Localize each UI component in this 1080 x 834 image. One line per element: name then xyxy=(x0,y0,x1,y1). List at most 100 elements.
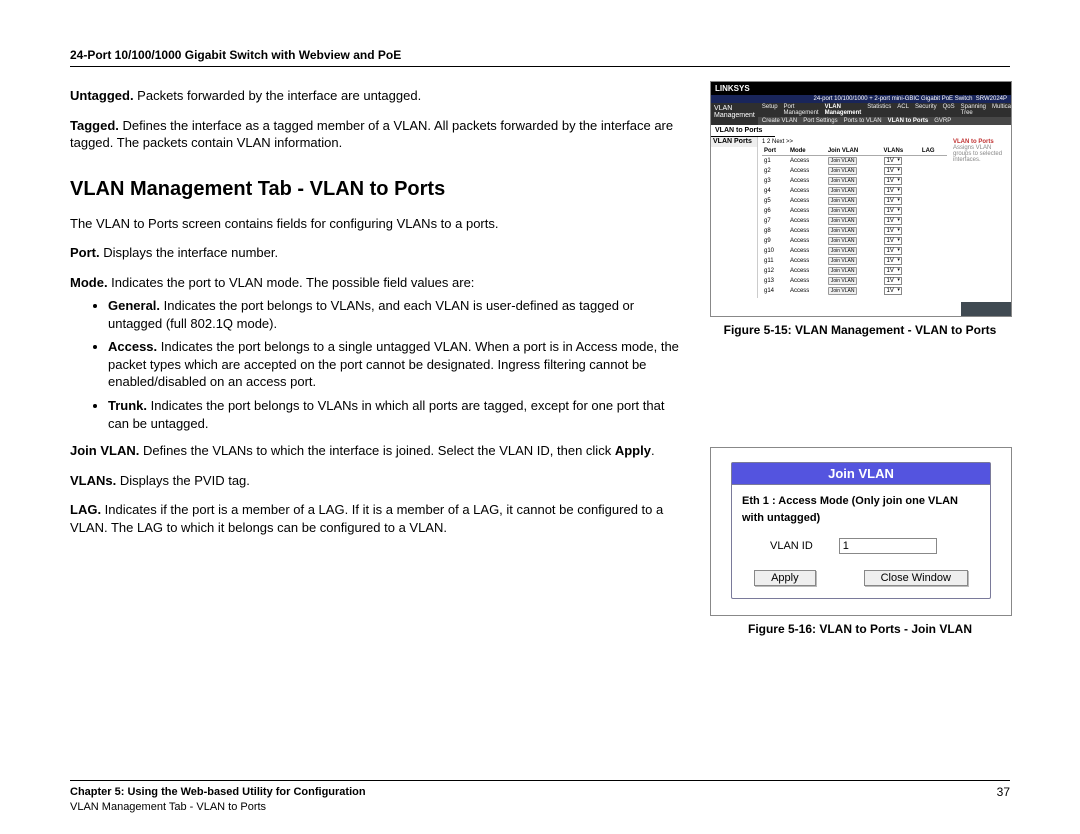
join-vlan-button[interactable]: Join VLAN xyxy=(828,217,858,225)
cell-mode: Access xyxy=(788,216,826,226)
text-lag: Indicates if the port is a member of a L… xyxy=(70,502,663,535)
table-row: g7AccessJoin VLAN1V xyxy=(762,216,947,226)
cell-lag xyxy=(920,226,947,236)
fig-menu-qos[interactable]: QoS xyxy=(943,104,955,116)
join-vlan-button[interactable]: Join VLAN xyxy=(828,167,858,175)
document-page: 24-Port 10/100/1000 Gigabit Switch with … xyxy=(0,0,1080,834)
vlans-select[interactable]: 1V xyxy=(884,287,902,295)
join-vlan-button[interactable]: Join VLAN xyxy=(828,187,858,195)
fig-pagination[interactable]: 1 2 Next >> xyxy=(762,139,947,147)
vlans-select[interactable]: 1V xyxy=(884,217,902,225)
def-join-vlan: Join VLAN. Defines the VLANs to which th… xyxy=(70,442,680,460)
fig-sub-port-settings[interactable]: Port Settings xyxy=(803,118,837,124)
vlans-select[interactable]: 1V xyxy=(884,227,902,235)
cell-lag xyxy=(920,276,947,286)
fig-sub-create[interactable]: Create VLAN xyxy=(762,118,797,124)
cell-port: g13 xyxy=(762,276,788,286)
cell-lag xyxy=(920,246,947,256)
th-port: Port xyxy=(762,147,788,156)
join-vlan-button[interactable]: Join VLAN xyxy=(828,257,858,265)
text-join-vlan-pre: Defines the VLANs to which the interface… xyxy=(139,443,614,458)
text-tagged: Defines the interface as a tagged member… xyxy=(70,118,673,151)
join-vlan-button[interactable]: Join VLAN xyxy=(828,207,858,215)
vlans-select[interactable]: 1V xyxy=(884,267,902,275)
fig-menu-setup[interactable]: Setup xyxy=(762,104,778,116)
cell-mode: Access xyxy=(788,196,826,206)
fig-side-title: VLAN Management xyxy=(711,103,758,125)
cell-port: g1 xyxy=(762,156,788,167)
bullet-trunk: Trunk. Indicates the port belongs to VLA… xyxy=(108,397,680,432)
text-apply-bold: Apply xyxy=(615,443,651,458)
cell-mode: Access xyxy=(788,286,826,296)
vlans-select[interactable]: 1V xyxy=(884,247,902,255)
term-tagged: Tagged. xyxy=(70,118,119,133)
fig-menu-vlan-mgmt[interactable]: VLAN Management xyxy=(825,104,862,116)
term-join-vlan: Join VLAN. xyxy=(70,443,139,458)
th-mode: Mode xyxy=(788,147,826,156)
text-access: Indicates the port belongs to a single u… xyxy=(108,339,679,389)
page-header: 24-Port 10/100/1000 Gigabit Switch with … xyxy=(70,48,1010,67)
vlans-select[interactable]: 1V xyxy=(884,197,902,205)
vlans-select[interactable]: 1V xyxy=(884,187,902,195)
vlans-select[interactable]: 1V xyxy=(884,157,902,165)
content-columns: Untagged. Packets forwarded by the inter… xyxy=(70,81,1010,650)
bullet-general: General. Indicates the port belongs to V… xyxy=(108,297,680,332)
text-join-vlan-post: . xyxy=(651,443,655,458)
text-general: Indicates the port belongs to VLANs, and… xyxy=(108,298,634,331)
join-vlan-button[interactable]: Join VLAN xyxy=(828,267,858,275)
text-column: Untagged. Packets forwarded by the inter… xyxy=(70,81,680,650)
join-vlan-button[interactable]: Join VLAN xyxy=(828,197,858,205)
cell-mode: Access xyxy=(788,186,826,196)
th-join: Join VLAN xyxy=(826,147,882,156)
cell-lag xyxy=(920,266,947,276)
cell-port: g11 xyxy=(762,256,788,266)
vlans-select[interactable]: 1V xyxy=(884,277,902,285)
join-vlan-button[interactable]: Join VLAN xyxy=(828,227,858,235)
cell-lag xyxy=(920,286,947,296)
fig-left-item[interactable]: VLAN Ports xyxy=(711,137,757,147)
cell-mode: Access xyxy=(788,176,826,186)
fig-menu-statistics[interactable]: Statistics xyxy=(867,104,891,116)
figure-vlan-to-ports-screenshot: LINKSYS 24-port 10/100/1000 + 2-port min… xyxy=(710,81,1012,317)
fig-menu-multicast[interactable]: Multicast xyxy=(992,104,1012,116)
table-row: g12AccessJoin VLAN1V xyxy=(762,266,947,276)
popup-vlan-id-input[interactable]: 1 xyxy=(839,538,937,554)
join-vlan-button[interactable]: Join VLAN xyxy=(828,277,858,285)
fig-menu-security[interactable]: Security xyxy=(915,104,937,116)
join-vlan-button[interactable]: Join VLAN xyxy=(828,287,858,295)
vlans-select[interactable]: 1V xyxy=(884,237,902,245)
term-access: Access. xyxy=(108,339,157,354)
join-vlan-button[interactable]: Join VLAN xyxy=(828,237,858,245)
vlans-select[interactable]: 1V xyxy=(884,167,902,175)
fig-vlan-table: Port Mode Join VLAN VLANs LAG g1AccessJo… xyxy=(762,147,947,296)
fig-sub-vlan-to-ports[interactable]: VLAN to Ports xyxy=(888,118,929,124)
fig-sub-menu: Create VLAN Port Settings Ports to VLAN … xyxy=(758,117,1012,125)
join-vlan-button[interactable]: Join VLAN xyxy=(828,247,858,255)
vlans-select[interactable]: 1V xyxy=(884,177,902,185)
cell-port: g8 xyxy=(762,226,788,236)
table-row: g9AccessJoin VLAN1V xyxy=(762,236,947,246)
figure-join-vlan-popup: Join VLAN Eth 1 : Access Mode (Only join… xyxy=(710,447,1012,616)
cell-lag xyxy=(920,196,947,206)
fig-menu-stp[interactable]: Spanning Tree xyxy=(961,104,986,116)
fig-table-area: 1 2 Next >> Port Mode Join VLAN VLANs LA… xyxy=(758,137,951,298)
join-vlan-button[interactable]: Join VLAN xyxy=(828,177,858,185)
para-tagged: Tagged. Defines the interface as a tagge… xyxy=(70,117,680,152)
vlans-select[interactable]: 1V xyxy=(884,257,902,265)
cell-lag xyxy=(920,216,947,226)
cell-port: g3 xyxy=(762,176,788,186)
fig-sub-gvrp[interactable]: GVRP xyxy=(934,118,951,124)
popup-apply-button[interactable]: Apply xyxy=(754,570,816,586)
table-row: g11AccessJoin VLAN1V xyxy=(762,256,947,266)
fig-sub-ports-to-vlan[interactable]: Ports to VLAN xyxy=(844,118,882,124)
term-vlans: VLANs. xyxy=(70,473,116,488)
fig-menu-port-mgmt[interactable]: Port Management xyxy=(784,104,819,116)
table-row: g4AccessJoin VLAN1V xyxy=(762,186,947,196)
term-mode: Mode. xyxy=(70,275,108,290)
table-row: g6AccessJoin VLAN1V xyxy=(762,206,947,216)
popup-vlan-id-label: VLAN ID xyxy=(770,540,813,552)
join-vlan-button[interactable]: Join VLAN xyxy=(828,157,858,165)
vlans-select[interactable]: 1V xyxy=(884,207,902,215)
fig-menu-acl[interactable]: ACL xyxy=(897,104,909,116)
popup-close-button[interactable]: Close Window xyxy=(864,570,968,586)
